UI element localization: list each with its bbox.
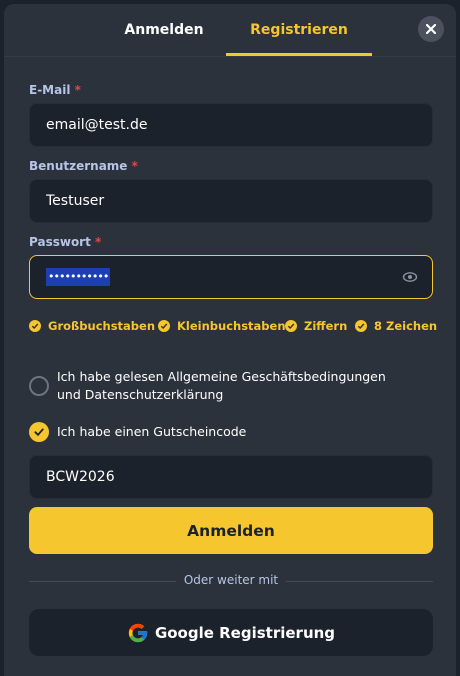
check-icon — [355, 320, 367, 332]
terms-text: Ich habe gelesen Allgemeine Geschäftsbed… — [57, 369, 386, 402]
username-field[interactable] — [46, 180, 386, 222]
password-field[interactable]: ••••••••••• — [29, 255, 433, 299]
requirement-item: Ziffern — [285, 317, 347, 335]
close-icon — [426, 24, 436, 34]
submit-button[interactable]: Anmelden — [29, 507, 433, 554]
email-field-wrapper — [29, 103, 433, 147]
requirement-item: Kleinbuchstaben — [158, 317, 286, 335]
terms-radio[interactable] — [29, 376, 49, 396]
password-requirements: Großbuchstaben Kleinbuchstaben Ziffern 8… — [29, 317, 449, 335]
tab-register[interactable]: Registrieren — [226, 4, 372, 56]
active-tab-indicator — [226, 53, 372, 56]
username-field-wrapper — [29, 179, 433, 223]
password-label: Passwort * — [29, 235, 102, 249]
google-button-label: Google Registrierung — [154, 623, 336, 642]
tab-login[interactable]: Anmelden — [104, 4, 224, 56]
google-icon — [128, 623, 148, 642]
check-icon — [158, 320, 170, 332]
check-icon — [29, 320, 41, 332]
requirement-item: 8 Zeichen — [355, 317, 437, 335]
divider-left — [29, 581, 176, 582]
check-icon — [285, 320, 297, 332]
voucher-text: Ich habe einen Gutscheincode — [57, 424, 247, 439]
username-label: Benutzername * — [29, 159, 138, 173]
close-button[interactable] — [418, 16, 444, 42]
requirement-item: Großbuchstaben — [29, 317, 155, 335]
email-field[interactable] — [46, 104, 386, 146]
password-selected-text: ••••••••••• — [46, 268, 111, 286]
check-icon — [34, 428, 44, 437]
divider-right — [286, 581, 433, 582]
eye-icon[interactable] — [402, 270, 418, 284]
voucher-field-wrapper — [29, 455, 433, 499]
google-register-button[interactable]: Google Registrierung — [29, 609, 433, 656]
voucher-code-field[interactable] — [46, 456, 386, 498]
email-label: E-Mail * — [29, 83, 81, 97]
voucher-checkbox[interactable] — [29, 422, 49, 442]
divider-text: Oder weiter mit — [183, 573, 279, 587]
register-modal: Anmelden Registrieren E-Mail * Benutzern… — [4, 4, 456, 676]
tab-bar: Anmelden Registrieren — [4, 4, 456, 57]
